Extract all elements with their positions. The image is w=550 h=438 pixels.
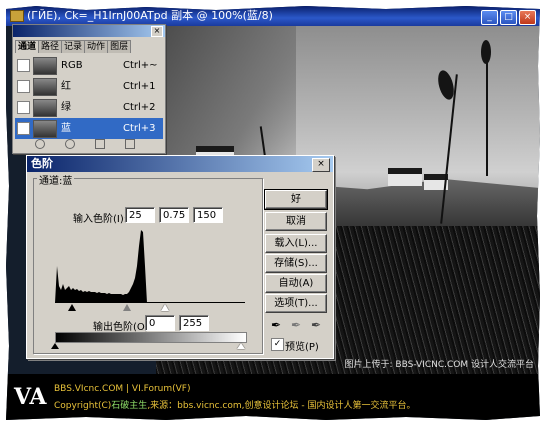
document-title-bar: (ГЙЕ), Ck=_H1IrnJ00ATpd 副本 @ 100%(蓝/8) [6, 6, 540, 26]
ok-button[interactable]: 好 [264, 189, 328, 210]
input-levels-label: 输入色阶(I): [73, 214, 128, 225]
black-eyedropper-icon[interactable]: ✒ [269, 318, 283, 332]
tab-channels[interactable]: 通道 [15, 40, 40, 53]
visibility-toggle[interactable] [17, 80, 30, 93]
histogram [55, 230, 147, 303]
channel-row-rgb[interactable]: RGB Ctrl+~ [15, 55, 163, 76]
house [388, 168, 422, 186]
output-white-slider[interactable] [237, 343, 245, 349]
palette-footer [15, 139, 163, 151]
output-black-field[interactable]: 0 [145, 315, 175, 331]
load-selection-icon[interactable] [35, 139, 45, 149]
gray-eyedropper-icon[interactable]: ✒ [289, 318, 303, 332]
minimize-icon[interactable]: _ [481, 10, 498, 25]
output-gradient-bar [55, 332, 247, 343]
document-title: (ГЙЕ), Ck=_H1IrnJ00ATpd 副本 @ 100%(蓝/8) [27, 9, 273, 22]
input-black-slider[interactable] [68, 304, 76, 311]
channel-thumbnail [33, 99, 57, 117]
histogram-axis [55, 302, 245, 303]
tab-actions[interactable]: 动作 [84, 40, 109, 53]
output-levels-label: 输出色阶(O): [93, 322, 153, 333]
dialog-title[interactable]: 色阶 [27, 156, 333, 172]
window-controls: _ □ × [479, 9, 536, 25]
channels-palette: × 通道 路径 记录 动作 图层 RGB Ctrl+~ 红 Ctrl+1 绿 Ctrl+… [12, 24, 166, 154]
channel-shortcut: Ctrl+3 [123, 123, 156, 134]
channel-name: 红 [61, 81, 71, 92]
footer-copyright: Copyright(C) [54, 401, 112, 411]
levels-dialog: 色阶 × 通道:蓝 输入色阶(I): 25 0.75 150 输出色阶(O): … [26, 155, 334, 359]
histogram-shape [55, 230, 147, 303]
preview-label: 预览(P) [285, 342, 319, 353]
channel-row-green[interactable]: 绿 Ctrl+2 [15, 97, 163, 118]
footer-source: ,来源：bbs.vicnc.com,创意设计论坛 - 国内设计人第一交流平台。 [147, 401, 416, 411]
channel-shortcut: Ctrl+~ [123, 60, 158, 71]
load-button[interactable]: 载入(L)... [265, 234, 327, 253]
new-channel-icon[interactable] [95, 139, 105, 149]
white-eyedropper-icon[interactable]: ✒ [309, 318, 323, 332]
input-gamma-slider[interactable] [123, 304, 131, 311]
document-icon [10, 10, 24, 22]
input-white-field[interactable]: 150 [193, 207, 223, 223]
channel-thumbnail [33, 120, 57, 138]
visibility-toggle[interactable] [17, 59, 30, 72]
screenshot-area: (ГЙЕ), Ck=_H1IrnJ00ATpd 副本 @ 100%(蓝/8) _… [6, 6, 540, 420]
maximize-icon[interactable]: □ [500, 10, 517, 25]
close-icon[interactable]: × [519, 10, 536, 25]
save-button[interactable]: 存储(S)... [265, 254, 327, 273]
trash-icon[interactable] [125, 139, 135, 149]
channel-name: 蓝 [61, 123, 71, 134]
photo-watermark: 图片上传于: BBS-VICNC.COM 设计人交流平台 [344, 360, 534, 370]
output-black-slider[interactable] [51, 343, 59, 349]
palette-title-bar[interactable] [13, 25, 165, 37]
channel-name: RGB [61, 60, 83, 71]
forum-footer: VA BBS.VIcnc.COM | VI.Forum(VF) Copyrigh… [6, 374, 540, 420]
input-black-field[interactable]: 25 [125, 207, 155, 223]
channel-thumbnail [33, 78, 57, 96]
channel-label: 通道:蓝 [37, 172, 75, 187]
channel-row-blue[interactable]: ● 蓝 Ctrl+3 [15, 118, 163, 139]
palette-close-icon[interactable]: × [151, 26, 163, 37]
channel-row-red[interactable]: 红 Ctrl+1 [15, 76, 163, 97]
options-button[interactable]: 选项(T)... [265, 294, 327, 313]
torn-paper-frame: (ГЙЕ), Ck=_H1IrnJ00ATpd 副本 @ 100%(蓝/8) _… [0, 0, 550, 438]
eye-icon[interactable]: ● [17, 122, 30, 135]
channel-name: 绿 [61, 102, 71, 113]
footer-line2: Copyright(C)石破主生,来源：bbs.vicnc.com,创意设计论坛… [54, 398, 416, 411]
channel-thumbnail [33, 57, 57, 75]
grass-stalk [486, 46, 488, 176]
auto-button[interactable]: 自动(A) [265, 274, 327, 293]
input-white-slider[interactable] [161, 304, 169, 311]
tab-history[interactable]: 记录 [61, 40, 86, 53]
save-selection-icon[interactable] [65, 139, 75, 149]
grass-seed-head [481, 40, 491, 64]
tab-layers[interactable]: 图层 [107, 40, 132, 53]
footer-author: 石破主生 [111, 401, 148, 411]
channel-shortcut: Ctrl+2 [123, 102, 156, 113]
footer-line1: BBS.VIcnc.COM | VI.Forum(VF) [54, 384, 191, 394]
forum-logo: VA [14, 384, 47, 410]
palette-tabs: 通道 路径 记录 动作 图层 [15, 39, 163, 53]
tab-paths[interactable]: 路径 [38, 40, 63, 53]
output-white-field[interactable]: 255 [179, 315, 209, 331]
channel-shortcut: Ctrl+1 [123, 81, 156, 92]
visibility-toggle[interactable] [17, 101, 30, 114]
dialog-close-icon[interactable]: × [312, 158, 330, 172]
cancel-button[interactable]: 取消 [265, 212, 327, 231]
input-gamma-field[interactable]: 0.75 [159, 207, 189, 223]
preview-checkbox[interactable]: ✓ [271, 338, 284, 351]
